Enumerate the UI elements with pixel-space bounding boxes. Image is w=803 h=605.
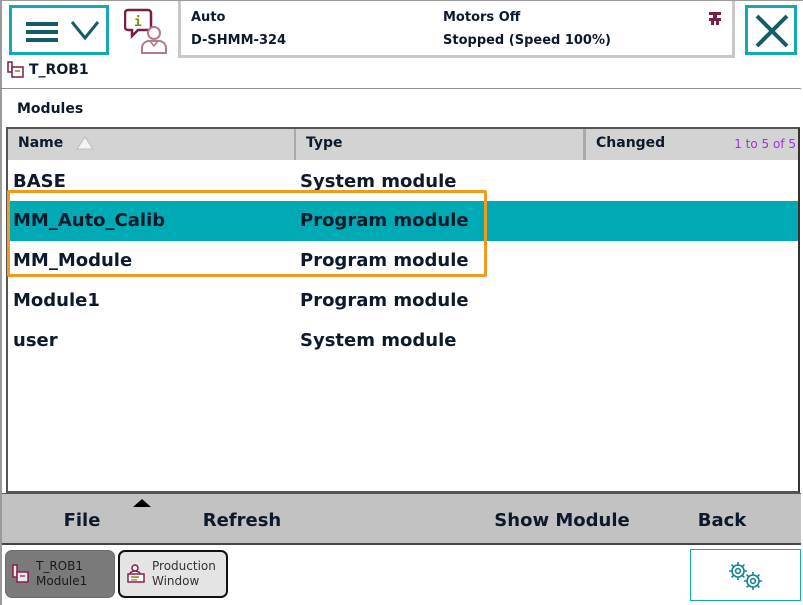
table-header: Name Type Changed 1 to 5 of 5 xyxy=(8,129,798,160)
header-divider xyxy=(0,88,801,89)
show-module-button[interactable]: Show Module xyxy=(472,494,652,544)
refresh-button[interactable]: Refresh xyxy=(162,494,322,544)
column-label: Name xyxy=(18,135,64,151)
task-label: T_ROB1 xyxy=(7,61,89,79)
table-row[interactable]: BASE System module xyxy=(8,162,798,202)
operating-mode: Auto xyxy=(191,10,226,25)
gears-icon xyxy=(729,562,762,590)
hamburger-icon xyxy=(26,22,58,42)
program-editor-icon xyxy=(12,564,29,583)
module-type: Program module xyxy=(300,250,469,271)
file-menu-button[interactable]: File xyxy=(2,494,162,544)
tab-line-2: Module1 xyxy=(36,574,88,588)
table-row-selected[interactable]: MM_Auto_Calib Program module xyxy=(8,201,798,241)
module-name: user xyxy=(13,330,58,351)
system-name: D-SHMM-324 xyxy=(191,33,287,48)
modules-table: Name Type Changed 1 to 5 of 5 BASE Syste… xyxy=(6,127,800,493)
program-state: Stopped (Speed 100%) xyxy=(443,33,611,48)
module-type: System module xyxy=(300,171,457,192)
table-row[interactable]: Module1 Program module xyxy=(8,281,798,321)
task-name: T_ROB1 xyxy=(29,62,89,78)
table-row[interactable]: MM_Module Program module xyxy=(8,241,798,281)
chevron-down-icon xyxy=(70,21,100,41)
production-window-icon xyxy=(127,564,145,583)
svg-text:i: i xyxy=(134,15,142,30)
close-button[interactable] xyxy=(745,5,797,55)
taskbar-tab-program-editor[interactable]: T_ROB1 Module1 xyxy=(5,550,115,598)
column-label: Type xyxy=(306,135,343,151)
table-row[interactable]: user System module xyxy=(8,321,798,361)
page-title: Modules xyxy=(17,101,84,117)
sort-ascending-icon xyxy=(76,136,95,150)
module-name: MM_Auto_Calib xyxy=(13,210,166,231)
paging-indicator: 1 to 5 of 5 xyxy=(734,137,796,151)
module-type: Program module xyxy=(300,210,469,231)
column-label: Changed xyxy=(596,135,666,151)
column-header-type[interactable]: Type xyxy=(296,129,585,160)
taskbar-tab-production-window[interactable]: Production Window xyxy=(118,550,228,598)
status-bar[interactable]: Auto D-SHMM-324 Motors Off Stopped (Spee… xyxy=(178,1,735,58)
taskbar: T_ROB1 Module1 Production Window xyxy=(2,547,801,603)
close-icon xyxy=(755,14,789,48)
column-header-name[interactable]: Name xyxy=(8,129,296,160)
speed-icon xyxy=(709,12,721,25)
tab-line-1: T_ROB1 xyxy=(36,559,83,573)
module-type: Program module xyxy=(300,290,469,311)
module-name: BASE xyxy=(13,171,66,192)
event-log-user-icon[interactable]: i xyxy=(124,7,170,55)
module-name: MM_Module xyxy=(13,250,133,271)
column-header-changed[interactable]: Changed 1 to 5 of 5 xyxy=(585,129,798,160)
module-type: System module xyxy=(300,330,457,351)
motors-state: Motors Off xyxy=(443,10,521,25)
quickset-button[interactable] xyxy=(690,549,801,601)
robot-task-icon xyxy=(7,61,24,78)
tab-line-1: Production xyxy=(152,559,216,573)
module-name: Module1 xyxy=(13,290,100,311)
command-bar: File Refresh Show Module Back xyxy=(2,493,801,545)
tab-line-2: Window xyxy=(152,574,200,588)
main-menu-button[interactable] xyxy=(9,5,109,55)
back-button[interactable]: Back xyxy=(652,494,792,544)
